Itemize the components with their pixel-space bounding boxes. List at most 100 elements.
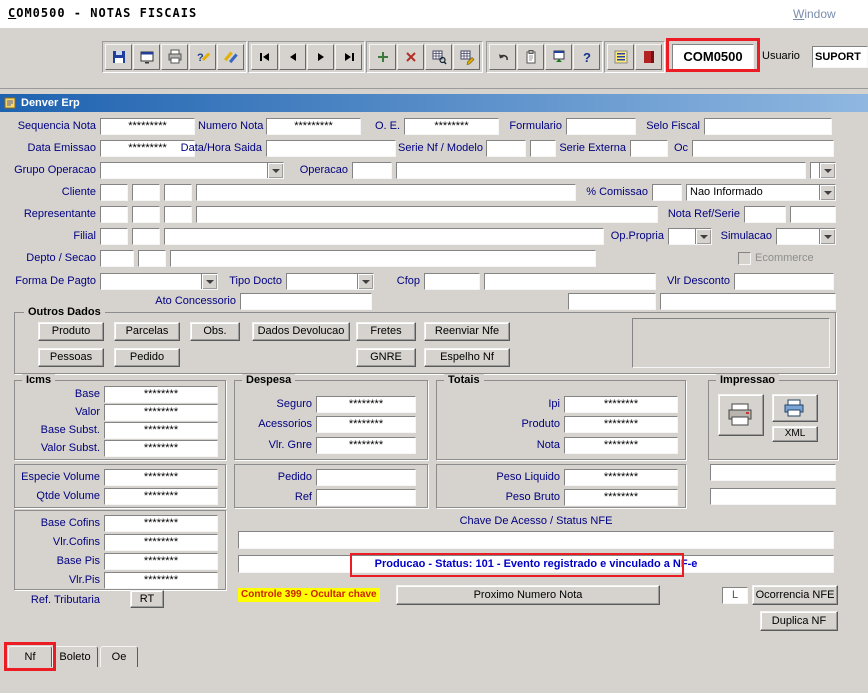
pedido-field[interactable] xyxy=(316,469,416,486)
help-edit-button[interactable]: ? xyxy=(189,44,216,70)
formulario-field[interactable] xyxy=(566,118,636,135)
total-nota-field[interactable]: ******** xyxy=(564,437,678,454)
usuario-field[interactable]: SUPORT xyxy=(812,46,868,68)
espelho-nf-button[interactable]: Espelho Nf xyxy=(424,348,510,367)
base-cofins-field[interactable]: ******** xyxy=(104,515,218,532)
total-produto-field[interactable]: ******** xyxy=(564,416,678,433)
numero-nota-field[interactable]: ********* xyxy=(266,118,361,135)
save-button[interactable] xyxy=(105,44,132,70)
impressao-field-1[interactable] xyxy=(710,464,836,481)
serie-nf-field[interactable] xyxy=(486,140,526,157)
tab-boleto[interactable]: Boleto xyxy=(52,646,98,667)
print-preview-button[interactable] xyxy=(133,44,160,70)
peso-bruto-field[interactable]: ******** xyxy=(564,489,678,506)
impressao-field-2[interactable] xyxy=(710,488,836,505)
cliente-code1-field[interactable] xyxy=(100,184,128,201)
modelo-field[interactable] xyxy=(530,140,556,157)
duplica-nf-button[interactable]: Duplica NF xyxy=(760,611,838,631)
ipi-field[interactable]: ******** xyxy=(564,396,678,413)
nota-ref-field[interactable] xyxy=(744,206,786,223)
vlr-pis-field[interactable]: ******** xyxy=(104,572,218,589)
fretes-button[interactable]: Fretes xyxy=(356,322,416,341)
oe-field[interactable]: ******** xyxy=(404,118,499,135)
nota-ref-serie-field[interactable] xyxy=(790,206,836,223)
chevron-down-icon[interactable] xyxy=(267,163,283,178)
filial-code2-field[interactable] xyxy=(132,228,160,245)
pedido-button[interactable]: Pedido xyxy=(114,348,180,367)
vlr-desconto-field[interactable] xyxy=(734,273,834,290)
base-pis-field[interactable]: ******** xyxy=(104,553,218,570)
depto-field[interactable] xyxy=(100,250,134,267)
add-record-button[interactable] xyxy=(369,44,396,70)
ato-concessorio-field[interactable] xyxy=(240,293,372,310)
nav-prev-button[interactable] xyxy=(279,44,306,70)
icms-valor-subst-field[interactable]: ******** xyxy=(104,440,218,457)
chevron-down-icon[interactable] xyxy=(819,229,835,244)
menu-button[interactable] xyxy=(607,44,634,70)
icms-valor-field[interactable]: ******** xyxy=(104,404,218,421)
chave-acesso-field[interactable] xyxy=(238,531,834,549)
exit-button[interactable] xyxy=(635,44,662,70)
l-indicator-field[interactable]: L xyxy=(722,587,748,604)
nav-next-button[interactable] xyxy=(307,44,334,70)
paste-button[interactable] xyxy=(517,44,544,70)
cliente-code3-field[interactable] xyxy=(164,184,192,201)
chevron-down-icon[interactable] xyxy=(201,274,217,289)
representante-code3-field[interactable] xyxy=(164,206,192,223)
icms-base-subst-field[interactable]: ******** xyxy=(104,422,218,439)
icms-base-field[interactable]: ******** xyxy=(104,386,218,403)
xml-label-button[interactable]: XML xyxy=(772,426,818,442)
imprimir-xml-button[interactable] xyxy=(772,394,818,422)
chevron-down-icon[interactable] xyxy=(819,185,835,200)
peso-liquido-field[interactable]: ******** xyxy=(564,469,678,486)
serie-externa-field[interactable] xyxy=(630,140,668,157)
filial-nome-field[interactable] xyxy=(164,228,604,245)
open-form-button[interactable] xyxy=(545,44,572,70)
qtde-volume-field[interactable]: ******** xyxy=(104,488,218,505)
tab-nf[interactable]: Nf xyxy=(8,646,52,667)
representante-code1-field[interactable] xyxy=(100,206,128,223)
sequencia-nota-field[interactable]: ********* xyxy=(100,118,195,135)
query-execute-button[interactable] xyxy=(453,44,480,70)
tipo-docto-select[interactable] xyxy=(286,273,374,290)
chevron-down-icon[interactable] xyxy=(819,163,835,178)
dados-devolucao-button[interactable]: Dados Devolucao xyxy=(252,322,350,341)
tab-oe[interactable]: Oe xyxy=(100,646,138,667)
operacao-desc-field[interactable] xyxy=(396,162,806,179)
data-hora-saida-field[interactable] xyxy=(266,140,396,157)
forma-pagto-select[interactable] xyxy=(100,273,218,290)
oc-field[interactable] xyxy=(692,140,834,157)
vlr-cofins-field[interactable]: ******** xyxy=(104,534,218,551)
mdi-titlebar[interactable]: Denver Erp xyxy=(0,94,868,112)
seguro-field[interactable]: ******** xyxy=(316,396,416,413)
operacao-select[interactable] xyxy=(810,162,836,179)
chevron-down-icon[interactable] xyxy=(695,229,711,244)
proximo-numero-nota-button[interactable]: Proximo Numero Nota xyxy=(396,585,660,605)
cliente-code2-field[interactable] xyxy=(132,184,160,201)
query-enter-button[interactable] xyxy=(425,44,452,70)
pessoas-button[interactable]: Pessoas xyxy=(38,348,104,367)
undo-button[interactable] xyxy=(489,44,516,70)
reenviar-nfe-button[interactable]: Reenviar Nfe xyxy=(424,322,510,341)
depto-secao-desc-field[interactable] xyxy=(170,250,596,267)
representante-code2-field[interactable] xyxy=(132,206,160,223)
help-button[interactable]: ? xyxy=(573,44,600,70)
cfop-code-field[interactable] xyxy=(424,273,480,290)
ocorrencia-nfe-button[interactable]: Ocorrencia NFE xyxy=(752,585,838,605)
secao-field[interactable] xyxy=(138,250,166,267)
print-button[interactable] xyxy=(161,44,188,70)
simulacao-select[interactable] xyxy=(776,228,836,245)
produto-button[interactable]: Produto xyxy=(38,322,104,341)
op-propria-select[interactable] xyxy=(668,228,712,245)
imprimir-danfe-button[interactable] xyxy=(718,394,764,436)
rt-button[interactable]: RT xyxy=(130,590,164,608)
comissao-tipo-select[interactable]: Nao Informado xyxy=(686,184,836,201)
status-nfe-field[interactable]: Producao - Status: 101 - Evento registra… xyxy=(238,555,834,573)
obs-button[interactable]: Obs. xyxy=(190,322,240,341)
parcelas-button[interactable]: Parcelas xyxy=(114,322,180,341)
acessorios-field[interactable]: ******** xyxy=(316,416,416,433)
chevron-down-icon[interactable] xyxy=(357,274,373,289)
operacao-code-field[interactable] xyxy=(352,162,392,179)
cliente-nome-field[interactable] xyxy=(196,184,576,201)
aux-field-1[interactable] xyxy=(568,293,656,310)
